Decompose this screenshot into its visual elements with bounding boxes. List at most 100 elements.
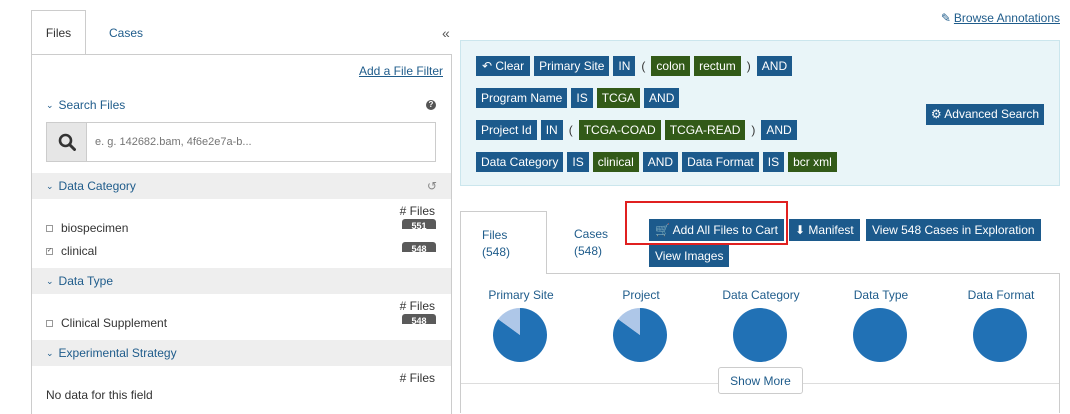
pie-slice-main[interactable] [973,308,1027,362]
chart-title-primary-site: Primary Site [488,288,554,302]
query-value[interactable]: TCGA [596,88,641,108]
query-field[interactable]: Data Category [476,152,564,172]
no-data-text: No data for this field [46,388,153,402]
chevron-down-icon: ⌄ [46,275,54,286]
chevron-down-icon: ⌄ [46,347,54,358]
facet-item-biospecimen[interactable]: biospecimen 551 [46,219,436,237]
paren-open: ( [568,123,573,137]
pie-slice-main[interactable] [733,308,787,362]
add-file-filter-link[interactable]: Add a File Filter [359,64,443,78]
pie-chart-data-format[interactable] [973,308,1027,362]
query-conjunction: AND [761,120,797,140]
files-count-header: # Files [399,204,435,218]
files-count-header: # Files [399,299,435,313]
files-count-header: # Files [399,371,435,385]
view-cases-in-exploration-button[interactable]: View 548 Cases in Exploration [866,219,1041,241]
download-icon: ⬇ [795,223,806,237]
query-summary: ↶ Clear Primary Site IN ( colon rectum )… [460,40,1060,186]
query-conjunction: AND [642,152,679,172]
query-value[interactable]: TCGA-COAD [578,120,661,140]
tab-files-results[interactable]: Files (548) [460,211,547,274]
query-field[interactable]: Program Name [476,88,568,108]
query-field[interactable]: Project Id [476,120,537,140]
experimental-strategy-title: Experimental Strategy [58,346,177,360]
data-category-title: Data Category [58,179,136,193]
query-value[interactable]: rectum [694,56,741,76]
pie-chart-data-type[interactable] [853,308,907,362]
query-field[interactable]: Primary Site [534,56,610,76]
query-value[interactable]: colon [651,56,691,76]
highlight-box [625,201,788,245]
chart-title-project: Project [622,288,660,302]
query-operator: IS [567,152,589,172]
chart-title-data-category: Data Category [722,288,800,302]
facet-item-clinical[interactable]: ✓ clinical 548 [46,242,436,260]
facet-panel: Add a File Filter ⌄ Search Files ? ⌄ Dat… [31,54,452,414]
browse-annotations-link[interactable]: ✎ Browse Annotations [941,11,1060,25]
tab-cases-results[interactable]: Cases (548) [553,211,623,274]
advanced-search-button[interactable]: ⚙ Advanced Search [925,104,1044,125]
sidebar-tabs: Files Cases [31,10,452,55]
facet-label: clinical [61,244,98,258]
data-category-header[interactable]: ⌄ Data Category ↺ [32,173,451,199]
query-line-3: Project Id IN ( TCGA-COAD TCGA-READ ) AN… [476,120,801,140]
paren-close: ) [746,59,751,73]
checkbox[interactable] [46,319,53,327]
facet-label: Clinical Supplement [61,316,168,330]
query-line-2: Program Name IS TCGA AND [476,88,683,108]
count-badge: 551 [402,219,436,229]
data-type-header[interactable]: ⌄ Data Type [32,268,451,294]
reset-icon[interactable]: ↺ [427,179,437,193]
pie-chart-primary-site[interactable] [493,308,547,362]
pie-chart-data-category[interactable] [733,308,787,362]
query-operator: IS [571,88,593,108]
clear-query-button[interactable]: ↶ Clear [476,56,531,76]
browse-annotations-label: Browse Annotations [953,11,1060,25]
query-operator: IN [613,56,636,76]
search-files-box [46,122,436,162]
checkbox-checked[interactable]: ✓ [46,247,53,255]
chevron-down-icon: ⌄ [46,180,54,191]
paren-open: ( [641,59,646,73]
query-operator: IS [762,152,785,172]
edit-icon: ✎ [940,11,951,25]
query-value[interactable]: TCGA-READ [664,120,746,140]
count-badge: 548 [402,242,436,252]
search-icon[interactable] [47,123,87,161]
left-edge-stub [0,0,4,408]
chevron-down-icon: ⌄ [46,99,54,110]
pie-slice-main[interactable] [853,308,907,362]
chart-title-data-format: Data Format [967,288,1035,302]
query-line-4: Data Category IS clinical AND Data Forma… [476,152,841,172]
query-conjunction: AND [644,88,680,108]
view-images-button[interactable]: View Images [649,245,730,267]
search-files-title: Search Files [58,98,126,112]
query-conjunction: AND [756,56,793,76]
tab-label: Files [482,228,508,242]
tab-count: (548) [574,244,603,258]
checkbox[interactable] [46,224,53,232]
search-files-input[interactable] [87,123,435,161]
facet-label: biospecimen [61,221,129,235]
experimental-strategy-header[interactable]: ⌄ Experimental Strategy [32,340,451,366]
count-badge: 548 [402,314,436,324]
query-value[interactable]: clinical [592,152,639,172]
data-type-title: Data Type [58,274,114,288]
tab-label: Cases [574,227,609,241]
pie-chart-project[interactable] [613,308,667,362]
show-more-button[interactable]: Show More [718,367,803,394]
query-operator: IN [540,120,563,140]
tab-count: (548) [482,245,511,259]
collapse-sidebar-icon[interactable]: « [442,25,450,41]
tab-files[interactable]: Files [31,10,86,55]
paren-close: ) [751,123,756,137]
tab-cases[interactable]: Cases [86,10,166,55]
search-files-header[interactable]: ⌄ Search Files ? [32,92,451,118]
manifest-button[interactable]: ⬇ Manifest [789,219,860,241]
query-field[interactable]: Data Format [682,152,759,172]
chart-title-data-type: Data Type [853,288,909,302]
query-value[interactable]: bcr xml [788,152,837,172]
query-line-1: ↶ Clear Primary Site IN ( colon rectum )… [476,56,796,76]
facet-item-clinical-supplement[interactable]: Clinical Supplement 548 [46,314,436,332]
help-icon[interactable]: ? [426,100,436,110]
